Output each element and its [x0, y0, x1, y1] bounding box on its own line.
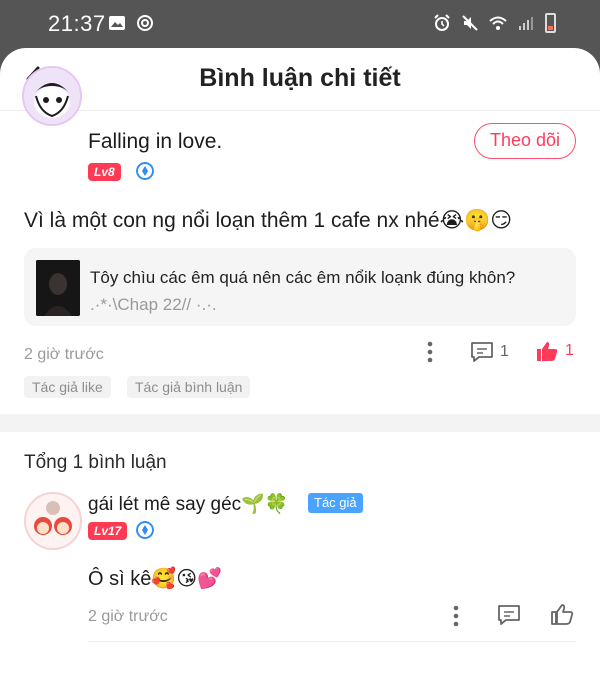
section-divider	[0, 414, 600, 432]
sync-icon	[137, 15, 153, 31]
user-name[interactable]: Falling in love.	[88, 130, 222, 154]
avatar-image	[24, 68, 80, 124]
reply-verified-icon	[136, 521, 154, 539]
avatar[interactable]	[22, 66, 82, 126]
author-badge: Tác giả	[308, 493, 363, 513]
reply-avatar[interactable]	[24, 492, 82, 550]
verified-icon	[136, 162, 154, 180]
wifi-icon	[489, 16, 507, 30]
reply-text: Ô sì kê🥰😘💕	[88, 568, 223, 590]
comment-icon	[471, 342, 493, 362]
reply-avatar-image	[26, 494, 80, 548]
reply-count: 1	[500, 343, 509, 360]
quote-chapter: .·*·\Chap 22// ·.·.	[90, 295, 217, 314]
mute-icon	[462, 15, 478, 31]
comment-text: Vì là một con ng nổi loạn thêm 1 cafe nx…	[24, 209, 513, 232]
comment-detail-sheet: Bình luận chi tiết Falling in love. Lv8 …	[0, 48, 600, 673]
thumbs-up-filled-icon	[537, 342, 558, 361]
header: Bình luận chi tiết	[0, 48, 600, 111]
reply-divider	[88, 641, 576, 642]
more-options-icon[interactable]	[424, 340, 436, 364]
quote-thumbnail	[36, 260, 80, 316]
page-title: Bình luận chi tiết	[199, 64, 401, 92]
signal-icon	[519, 17, 533, 30]
battery-icon	[545, 13, 556, 33]
level-badge: Lv8	[88, 163, 121, 181]
status-bar: 21:37	[0, 0, 600, 50]
quote-text: Tôy chìu các êm quá nên các êm nổik loạn…	[90, 268, 516, 287]
reply-user-name[interactable]: gái lét mê say géc🌱🍀	[88, 492, 288, 516]
reply-comment-icon[interactable]	[497, 604, 521, 626]
like-count: 1	[565, 342, 574, 359]
reply-time: 2 giờ trước	[88, 608, 168, 625]
author-like-tag: Tác giả like	[24, 376, 111, 398]
like-button[interactable]: 1	[535, 340, 574, 362]
reply-level-badge: Lv17	[88, 522, 128, 540]
status-time: 21:37	[48, 11, 106, 36]
image-icon	[109, 16, 125, 30]
follow-button[interactable]: Theo dõi	[474, 123, 576, 159]
reply-more-options-icon[interactable]	[450, 604, 462, 628]
reply-button[interactable]: 1	[470, 341, 509, 363]
author-comment-tag: Tác giả bình luận	[127, 376, 251, 398]
reply-thumbs-up-icon[interactable]	[550, 603, 574, 625]
alarm-icon	[434, 14, 450, 31]
total-replies-label: Tổng 1 bình luận	[24, 452, 167, 473]
quoted-comment[interactable]: Tôy chìu các êm quá nên các êm nổik loạn…	[24, 248, 576, 326]
comment-time: 2 giờ trước	[24, 346, 104, 363]
